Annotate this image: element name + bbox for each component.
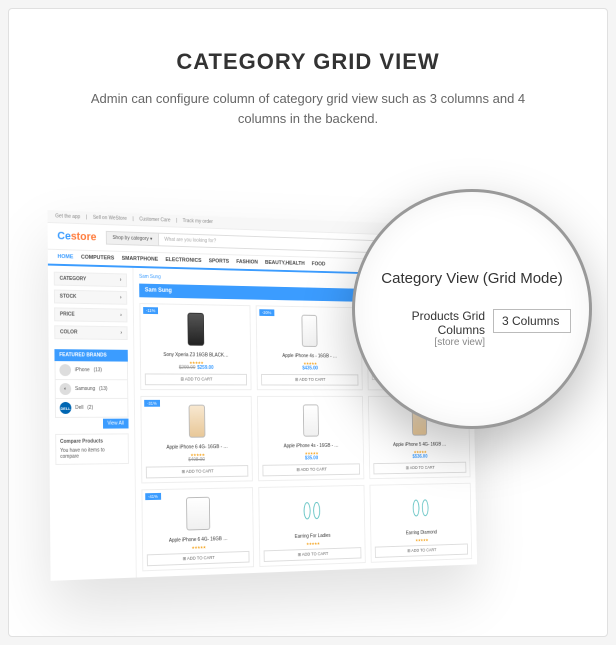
rating-stars: ★★★★★: [264, 540, 362, 548]
product-image: [303, 404, 319, 436]
nav-item[interactable]: BEAUTY,HEALTH: [265, 260, 305, 267]
nav-item[interactable]: SPORTS: [209, 258, 229, 264]
product-image: [186, 497, 210, 531]
product-image: [413, 500, 420, 517]
discount-badge: -11%: [143, 307, 158, 314]
product-image: [313, 502, 320, 519]
product-card[interactable]: Earring For Ladies★★★★★⊞ ADD TO CART: [258, 485, 365, 567]
compare-msg: You have no items to compare: [60, 447, 124, 460]
product-name: Sony Xperia Z3 16GB BLACK…: [145, 352, 247, 359]
feature-subtitle: Admin can configure column of category g…: [88, 89, 528, 128]
product-image: [422, 499, 429, 516]
filter-category[interactable]: CATEGORY›: [54, 272, 127, 288]
price-row: $536.00: [373, 453, 466, 460]
product-image: [304, 502, 311, 519]
rating-stars: ★★★★★: [147, 543, 250, 551]
price-row: $35.00: [262, 455, 359, 462]
illustration-canvas: Get the app| Sell on WeStore| Customer C…: [9, 189, 607, 636]
price-row: $498.00: [146, 456, 248, 463]
add-to-cart-button[interactable]: ⊞ ADD TO CART: [145, 373, 247, 385]
nav-item[interactable]: SMARTPHONE: [122, 256, 158, 263]
product-name: Apple iPhone 4s - 16GB - …: [262, 443, 359, 450]
discount-badge: -20%: [259, 309, 274, 316]
nav-item[interactable]: HOME: [57, 254, 73, 260]
brand-icon: DELL: [60, 402, 72, 414]
brand-icon: ◐: [60, 383, 72, 395]
config-section-title: Category View (Grid Mode): [373, 270, 571, 287]
brand-row[interactable]: DELLDell (2): [55, 399, 129, 418]
top-link[interactable]: Customer Care: [139, 217, 170, 224]
product-card[interactable]: -31%Apple iPhone 6 4G- 16GB - …★★★★★$498…: [140, 396, 252, 484]
sidebar: CATEGORY› STOCK› PRICE› COLOR› FEATURED …: [48, 266, 137, 581]
config-scope: [store view]: [373, 337, 485, 348]
product-card[interactable]: -11%Sony Xperia Z3 16GB BLACK…★★★★★$299.…: [139, 303, 251, 390]
discount-badge: -41%: [145, 493, 160, 500]
feature-card: CATEGORY GRID VIEW Admin can configure c…: [8, 8, 608, 637]
top-link[interactable]: Sell on WeStore: [93, 215, 127, 222]
view-all-button[interactable]: View All: [103, 419, 129, 429]
brand-row[interactable]: iPhone (13): [55, 361, 129, 380]
product-card[interactable]: -41%Apple iPhone 6 4G- 16GB …★★★★★⊞ ADD …: [141, 487, 254, 571]
heading-block: CATEGORY GRID VIEW Admin can configure c…: [9, 9, 607, 138]
top-link[interactable]: Get the app: [55, 213, 80, 220]
nav-item[interactable]: FOOD: [312, 261, 326, 267]
search-category-select[interactable]: Shop by category ▾: [106, 231, 159, 246]
nav-item[interactable]: FASHION: [236, 259, 258, 265]
compare-title: Compare Products: [60, 438, 124, 445]
product-card[interactable]: Apple iPhone 4s - 16GB - …★★★★★$35.00⊞ A…: [257, 396, 364, 481]
store-logo[interactable]: Cestore: [57, 230, 96, 243]
discount-badge: -31%: [144, 400, 159, 407]
add-to-cart-button[interactable]: ⊞ ADD TO CART: [262, 463, 360, 476]
featured-brands-title: FEATURED BRANDS: [54, 349, 127, 361]
config-row: Products Grid Columns [store view] 3 Col…: [373, 309, 571, 348]
filter-color[interactable]: COLOR›: [54, 325, 127, 340]
product-image: [189, 405, 206, 438]
nav-item[interactable]: COMPUTERS: [81, 255, 114, 262]
product-image: [301, 315, 317, 347]
add-to-cart-button[interactable]: ⊞ ADD TO CART: [261, 374, 358, 386]
add-to-cart-button[interactable]: ⊞ ADD TO CART: [373, 462, 466, 475]
brand-icon: [59, 364, 71, 376]
add-to-cart-button[interactable]: ⊞ ADD TO CART: [264, 547, 362, 562]
category-title: Sam Sung: [145, 288, 172, 294]
grid-columns-select[interactable]: 3 Columns: [493, 309, 571, 333]
product-image: [187, 313, 204, 346]
magnifier-lens: Category View (Grid Mode) Products Grid …: [352, 189, 592, 429]
brand-row[interactable]: ◐Samsung (13): [55, 380, 129, 399]
top-link[interactable]: Track my order: [183, 218, 213, 225]
add-to-cart-button[interactable]: ⊞ ADD TO CART: [375, 543, 468, 557]
add-to-cart-button[interactable]: ⊞ ADD TO CART: [147, 551, 250, 566]
feature-title: CATEGORY GRID VIEW: [29, 49, 587, 75]
product-card[interactable]: Earring Diamond★★★★★⊞ ADD TO CART: [369, 483, 472, 563]
price-row: $435.00: [261, 365, 358, 371]
product-name: Apple iPhone 6 4G- 16GB - …: [146, 444, 248, 451]
add-to-cart-button[interactable]: ⊞ ADD TO CART: [146, 465, 248, 478]
compare-box: Compare Products You have no items to co…: [55, 433, 129, 465]
price-row: $299.00$259.00: [145, 365, 247, 371]
product-name: Apple iPhone 5 4G- 16GB …: [373, 442, 466, 449]
filter-stock[interactable]: STOCK›: [54, 290, 127, 305]
filter-price[interactable]: PRICE›: [54, 307, 127, 322]
product-name: Apple iPhone 4s - 16GB - …: [261, 353, 358, 359]
rating-stars: ★★★★★: [375, 536, 468, 544]
nav-item[interactable]: ELECTRONICS: [165, 257, 201, 264]
product-card[interactable]: -20%Apple iPhone 4s - 16GB - …★★★★★$435.…: [256, 305, 363, 390]
config-field-label: Products Grid Columns [store view]: [373, 309, 485, 348]
